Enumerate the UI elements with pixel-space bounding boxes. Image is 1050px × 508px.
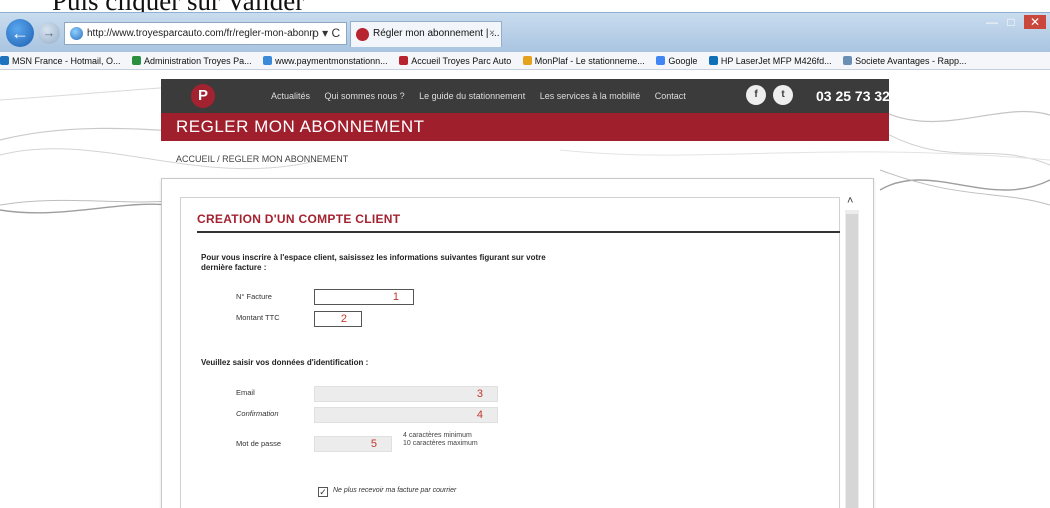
title-divider — [197, 231, 840, 233]
troyes-parc-icon — [399, 56, 409, 65]
email-label: Email — [236, 388, 255, 397]
favorite-monplaf[interactable]: MonPlaf - Le stationneme... — [522, 52, 645, 69]
nav-links: Actualités Qui sommes nous ? Le guide du… — [271, 79, 698, 113]
msn-icon — [0, 56, 9, 65]
browser-titlebar: ← → http://www.troyesparcauto.com/fr/reg… — [0, 12, 1050, 52]
hp-icon — [708, 56, 718, 65]
amount-label: Montant TTC — [236, 313, 280, 322]
password-label: Mot de passe — [236, 439, 282, 448]
password-input[interactable]: 5 — [314, 436, 392, 452]
maximize-button[interactable]: □ — [1007, 15, 1014, 29]
nav-qui-sommes-nous[interactable]: Qui sommes nous ? — [325, 91, 405, 101]
monplaf-icon — [522, 56, 532, 65]
scrollbar-thumb[interactable] — [846, 214, 858, 508]
email-confirmation-input[interactable]: 4 — [314, 407, 498, 423]
minimize-button[interactable]: — — [986, 15, 998, 29]
window-controls: — □ ✕ — [980, 15, 1046, 29]
tab-regler-abonnement[interactable]: Régler mon abonnement | ... × — [350, 21, 502, 47]
societe-icon — [843, 56, 853, 65]
favorite-administration[interactable]: Administration Troyes Pa... — [132, 52, 252, 69]
globe-icon — [70, 27, 83, 40]
back-button[interactable]: ← — [6, 19, 34, 47]
confirmation-label: Confirmation — [236, 409, 279, 418]
address-bar[interactable]: http://www.troyesparcauto.com/fr/regler-… — [64, 22, 347, 45]
form-panel: ˄ CREATION D'UN COMPTE CLIENT Pour vous … — [161, 178, 874, 508]
email-input[interactable]: 3 — [314, 386, 498, 402]
favorite-hp-laserjet[interactable]: HP LaserJet MFP M426fd... — [708, 52, 832, 69]
form-intro: Pour vous inscrire à l'espace client, sa… — [201, 253, 546, 272]
phone-number: 03 25 73 32 07 — [816, 88, 910, 104]
web-page: P Actualités Qui sommes nous ? Le guide … — [0, 70, 1050, 508]
facebook-icon[interactable]: f — [746, 85, 766, 105]
page-title: REGLER MON ABONNEMENT — [176, 117, 425, 136]
favorite-msn[interactable]: MSN France - Hotmail, O... — [0, 52, 121, 69]
form-container: CREATION D'UN COMPTE CLIENT Pour vous in… — [180, 197, 840, 508]
site-logo[interactable]: P — [191, 84, 215, 108]
address-controls[interactable]: ρ ▾ C — [312, 22, 340, 45]
paper-invoice-label: Ne plus recevoir ma facture par courrier — [333, 487, 457, 494]
invoice-number-input[interactable]: 1 — [314, 289, 414, 305]
scrollbar[interactable] — [845, 210, 859, 508]
password-hint-max: 10 caractères maximum — [403, 440, 478, 447]
tab-close-icon[interactable]: × — [489, 22, 495, 46]
address-url: http://www.troyesparcauto.com/fr/regler-… — [87, 28, 315, 39]
scroll-up-icon[interactable]: ˄ — [847, 195, 853, 207]
identification-title: Veuillez saisir vos données d'identifica… — [201, 358, 369, 367]
administration-icon — [132, 56, 142, 65]
site-top-navigation: P Actualités Qui sommes nous ? Le guide … — [161, 79, 909, 113]
twitter-icon[interactable]: t — [773, 85, 793, 105]
nav-guide-stationnement[interactable]: Le guide du stationnement — [419, 91, 525, 101]
site-favicon-icon — [356, 28, 369, 41]
nav-actualites[interactable]: Actualités — [271, 91, 310, 101]
google-icon — [656, 56, 666, 65]
password-hint-min: 4 caractères minimum — [403, 432, 472, 439]
close-window-button[interactable]: ✕ — [1023, 15, 1046, 29]
tab-title: Régler mon abonnement | ... — [373, 28, 500, 39]
page-icon — [263, 56, 273, 65]
paper-invoice-checkbox[interactable]: ✓ — [318, 487, 328, 497]
breadcrumb[interactable]: ACCUEIL / REGLER MON ABONNEMENT — [176, 154, 348, 164]
nav-services-mobilite[interactable]: Les services à la mobilité — [540, 91, 641, 101]
invoice-label: N° Facture — [236, 292, 272, 301]
nav-contact[interactable]: Contact — [655, 91, 686, 101]
forward-button[interactable]: → — [38, 22, 60, 44]
favorite-google[interactable]: Google — [656, 52, 697, 69]
favorite-paymentmonstationnement[interactable]: www.paymentmonstationn... — [263, 52, 388, 69]
page-banner: REGLER MON ABONNEMENT — [161, 113, 889, 141]
favorite-troyes-parc-auto[interactable]: Accueil Troyes Parc Auto — [399, 52, 511, 69]
amount-input[interactable]: 2 — [314, 311, 362, 327]
favorite-societe-avantages[interactable]: Societe Avantages - Rapp... — [843, 52, 967, 69]
favorites-bar: MSN France - Hotmail, O... Administratio… — [0, 52, 1050, 70]
form-title: CREATION D'UN COMPTE CLIENT — [197, 212, 401, 226]
